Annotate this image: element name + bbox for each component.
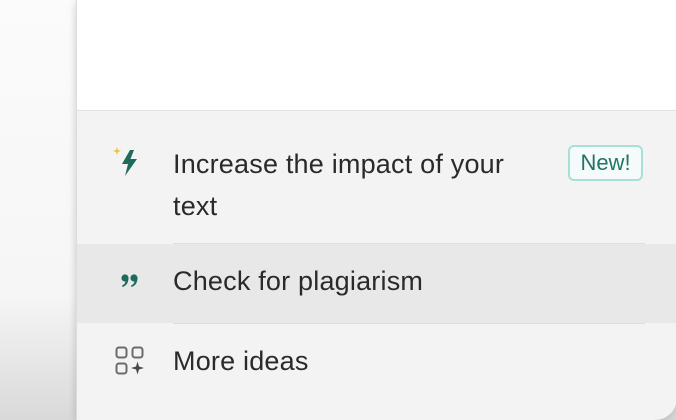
menu-item-more-ideas[interactable]: More ideas bbox=[77, 324, 676, 404]
new-badge: New! bbox=[568, 145, 643, 181]
menu-item-increase-impact[interactable]: Increase the impact of your text New! bbox=[77, 111, 676, 243]
quote-icon bbox=[119, 270, 145, 296]
suggestions-menu: Increase the impact of your text New! Ch… bbox=[76, 0, 676, 420]
panel-header-area bbox=[77, 0, 676, 111]
menu-item-label: Increase the impact of your text bbox=[173, 149, 505, 221]
menu-item-label: Check for plagiarism bbox=[173, 266, 424, 296]
background-area bbox=[0, 0, 76, 420]
lightning-sparkle-icon bbox=[113, 145, 145, 177]
menu-item-check-plagiarism[interactable]: Check for plagiarism bbox=[77, 244, 676, 323]
menu-item-label: More ideas bbox=[173, 346, 309, 376]
apps-sparkle-icon bbox=[115, 346, 147, 378]
